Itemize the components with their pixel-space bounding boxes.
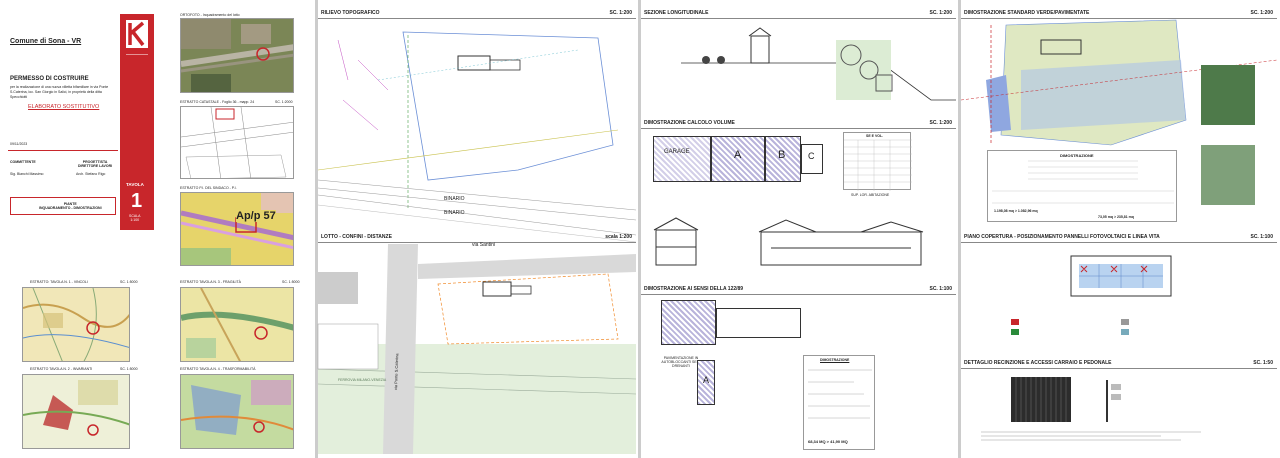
section-title: DIMOSTRAZIONE CALCOLO VOLUME: [644, 120, 735, 126]
sheet-rilievo: RILIEVO TOPOGRAFICO SC. 1:200 BINARIO BIN…: [317, 0, 638, 458]
committente-name: Sig. Bianchi Massimo: [10, 172, 44, 176]
section-title: RILIEVO TOPOGRAFICO: [321, 10, 380, 16]
parking-outline: [716, 308, 801, 338]
verde-table: DIMOSTRAZIONE 1.198,08 mq > 1.082,96 mq …: [987, 150, 1177, 222]
invarianti-map: [22, 374, 130, 449]
section-header: PIANO COPERTURA - POSIZIONAMENTO PANNELL…: [961, 232, 1277, 243]
roof-plan: [1011, 255, 1172, 335]
map-label: ESTRATTO P.I. DEL SINDACO - P.I.: [180, 186, 237, 190]
tavola-subject: PIANTE INQUADRAMENTO - DIMOSTRAZIONI: [39, 202, 102, 210]
description-line: per la realizzazione di una nuova villet…: [10, 85, 109, 89]
map-label: ESTRATTO TAVOLA N. 4 - TRASFORMABILITÀ: [180, 367, 256, 371]
block-label: A: [734, 149, 742, 161]
volume-table: SE E VOL.: [843, 132, 912, 191]
street-label: via Santini: [472, 242, 496, 248]
catastale-map: [180, 106, 294, 179]
section-title: PIANO COPERTURA - POSIZIONAMENTO PANNELL…: [964, 234, 1160, 240]
section-title: DIMOSTRAZIONE AI SENSI DELLA 122/89: [644, 286, 744, 292]
progettista-label: PROGETTISTA DIRETTORE LAVORI: [78, 160, 113, 168]
sheet-maps: ORTOFOTO - Inquadramento del lotto ESTRA…: [160, 0, 315, 458]
legge-table: DIMOSTRAZIONE 68,34 MQ > 41,90 MQ: [803, 355, 875, 450]
map-label: ESTRATTO CATASTALE - Foglio 36 - mapp. 2…: [180, 100, 255, 104]
sheet-verde: DIMOSTRAZIONE STANDARD VERDE/PAVIMENTATE…: [960, 0, 1280, 458]
building-sections: [653, 217, 924, 266]
map-scale: SC. 1:5000: [120, 367, 138, 371]
ortofoto-map: [180, 18, 294, 93]
section-title: DIMOSTRAZIONE STANDARD VERDE/PAVIMENTATE: [964, 10, 1090, 16]
zone-label: Ap/p 57: [236, 210, 276, 222]
description-line: S.Caterina, loc. San Giorgio in Salici, …: [10, 90, 102, 94]
map-label: ESTRATTO TAVOLA N. 2 - INVARIANTI: [30, 367, 93, 371]
map-scale: SC. 1:2000: [275, 100, 293, 104]
scala-label: SCALA 1:100: [129, 214, 141, 222]
volume-block: C: [801, 144, 823, 174]
section-title: SEZIONE LONGITUDINALE: [644, 10, 709, 16]
section-scale: SC. 1:50: [1253, 360, 1273, 366]
section-header: DIMOSTRAZIONE STANDARD VERDE/PAVIMENTATE…: [961, 8, 1277, 19]
map-scale: SC. 1:5000: [120, 280, 138, 284]
map-scale: SC. 1:5000: [282, 280, 300, 284]
description-line: Specchiotti: [10, 95, 28, 99]
section-header: DETTAGLIO RECINZIONE E ACCESSI CARRAIO E…: [961, 358, 1277, 369]
map-label: ESTRATTO TAVOLA N. 3 - FRAGILITÀ: [180, 280, 241, 284]
block-label: B: [778, 149, 786, 161]
map-label: ORTOFOTO - Inquadramento del lotto: [180, 13, 240, 17]
progettista-name: Arch. Stefano Rigo: [76, 172, 106, 176]
volume-blocks: GARAGE A B C: [653, 134, 823, 184]
volume-block: GARAGE: [653, 136, 711, 182]
section-scale: SC. 1:200: [1250, 10, 1273, 16]
volume-block: A: [711, 136, 765, 182]
ferrovia-label: FERROVIA MILANO-VENEZIA: [338, 378, 387, 382]
binario-label: BINARIO: [444, 196, 465, 202]
block-label: GARAGE: [664, 149, 690, 155]
green-areas-plan: [960, 19, 1278, 205]
section-scale: SC. 1:200: [929, 120, 952, 126]
logo: [126, 20, 148, 48]
section-title: DETTAGLIO RECINZIONE E ACCESSI CARRAIO E…: [964, 360, 1112, 366]
table-total: SUP. LOR. ABITAZIONE: [851, 193, 890, 197]
sheet-title: Comune di Sona - VR PERMESSO DI COSTRUIR…: [0, 0, 160, 458]
section-scale: SC. 1:100: [929, 286, 952, 292]
committente-label: COMMITTENTE: [10, 160, 36, 164]
longitudinal-section: [681, 27, 956, 101]
binario-label: BINARIO: [444, 210, 465, 216]
volume-block: B: [765, 136, 801, 182]
section-header: SEZIONE LONGITUDINALE SC. 1:200: [641, 8, 956, 19]
pi-map: Ap/p 57: [180, 192, 294, 266]
tavola-label: TAVOLA: [126, 182, 144, 187]
fence-detail: [981, 377, 1201, 441]
date: 09/11/2023: [10, 142, 28, 146]
section-title: LOTTO - CONFINI - DISTANZE: [321, 234, 392, 240]
vincoli-map: [22, 287, 130, 362]
block-label: A: [703, 375, 710, 385]
verde-result: 1.198,08 mq > 1.082,96 mq: [994, 209, 1038, 213]
tavola-number: 1: [131, 190, 143, 212]
fragilita-map: [180, 287, 294, 362]
permit-title: PERMESSO DI COSTRUIRE: [10, 76, 89, 82]
legge-result: 68,34 MQ > 41,90 MQ: [808, 439, 848, 444]
map-label: ESTRATTO: TAVOLA N. 1 - VINCOLI: [30, 280, 88, 284]
section-scale: SC. 1:200: [609, 10, 632, 16]
title-red-band: K TAVOLA 1 SCALA 1:100: [120, 14, 154, 230]
section-header: RILIEVO TOPOGRAFICO SC. 1:200: [318, 8, 636, 19]
parking-plan: [661, 300, 716, 345]
parking-block-a: A: [697, 360, 715, 405]
tavola-subject-box: PIANTE INQUADRAMENTO - DIMOSTRAZIONI: [10, 197, 116, 215]
municipality: Comune di Sona - VR: [10, 38, 82, 45]
topographic-survey: [317, 31, 637, 243]
section-scale: SC. 1:200: [929, 10, 952, 16]
section-scale: SC. 1:100: [1250, 234, 1273, 240]
subtitle: ELABORATO SOSTITUTIVO: [28, 104, 100, 110]
site-plan: [317, 244, 637, 454]
trasformabilita-map: [180, 374, 294, 449]
section-scale: scala 1:200: [605, 234, 632, 240]
sheet-volume: SEZIONE LONGITUDINALE SC. 1:200 DIMOSTRAZ…: [641, 0, 958, 458]
section-header: DIMOSTRAZIONE CALCOLO VOLUME SC. 1:200: [641, 118, 956, 129]
verde-result: 73,05 mq > 235,81 mq: [1098, 215, 1134, 219]
section-header: DIMOSTRAZIONE AI SENSI DELLA 122/89 SC. 1…: [641, 284, 956, 295]
block-label: C: [808, 151, 815, 161]
